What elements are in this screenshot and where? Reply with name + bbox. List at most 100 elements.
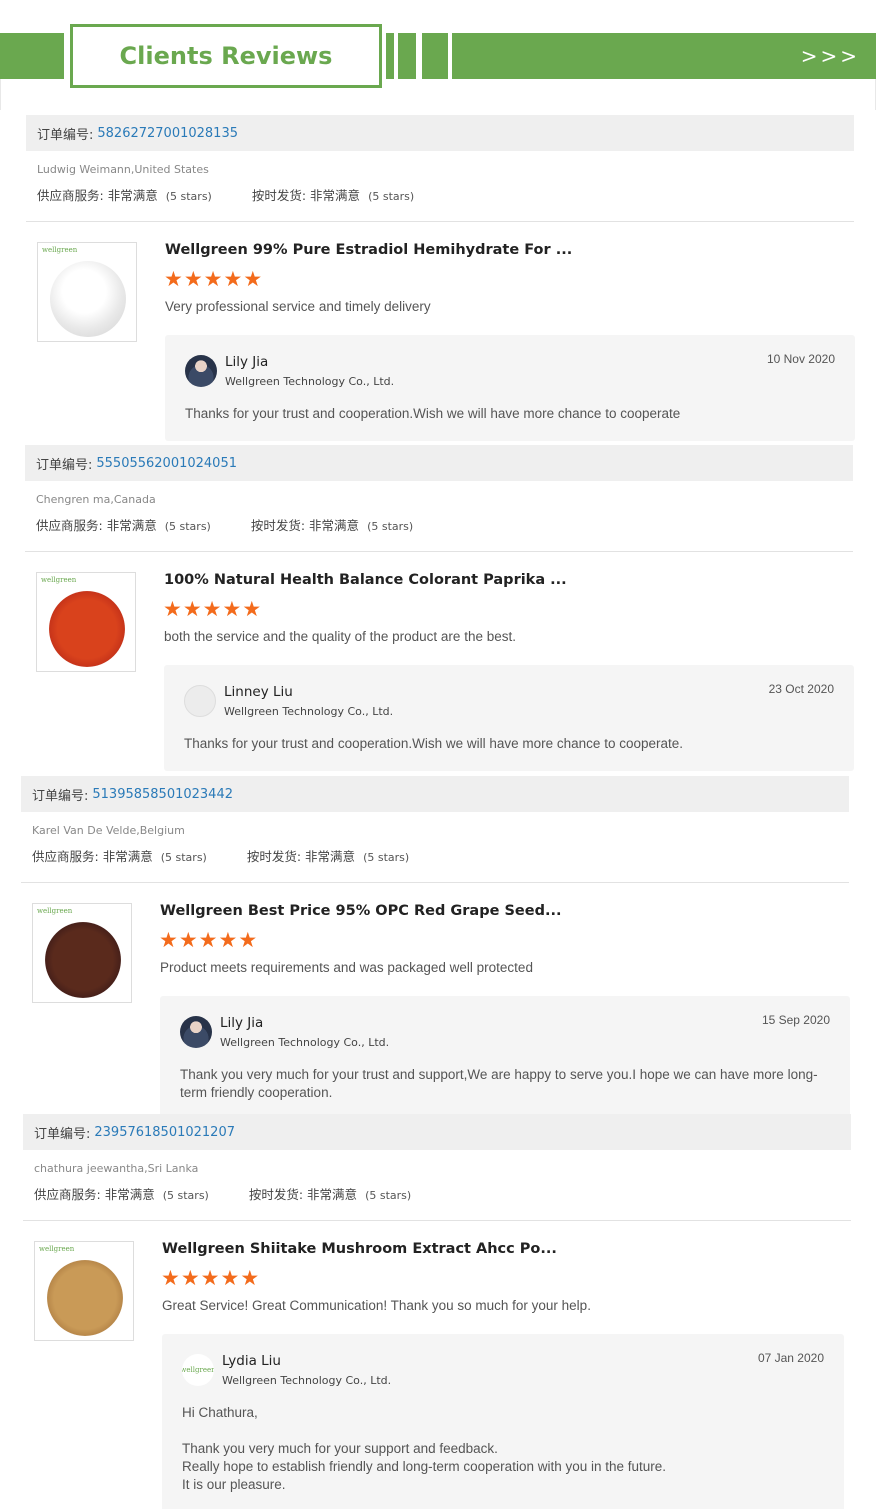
reply-author: Linney Liu <box>224 684 293 700</box>
order-number-link[interactable]: 58262727001028135 <box>97 126 238 141</box>
delivery-label: 按时发货: <box>250 518 306 533</box>
product-review: wellgreen Wellgreen 99% Pure Estradiol H… <box>26 222 855 448</box>
supplier-service-label: 供应商服务: <box>32 849 99 864</box>
product-thumbnail[interactable]: wellgreen <box>37 242 137 342</box>
product-title-link[interactable]: Wellgreen Best Price 95% OPC Red Grape S… <box>160 903 561 919</box>
supplier-service-stars: (5 stars) <box>164 520 211 533</box>
page-title: Clients Reviews <box>119 42 333 70</box>
supplier-service-value: 非常满意 <box>106 518 157 533</box>
reply-author: Lydia Liu <box>222 1353 281 1369</box>
product-thumbnail[interactable]: wellgreen <box>32 903 132 1003</box>
product-thumbnail[interactable]: wellgreen <box>36 572 136 672</box>
avatar <box>185 355 217 387</box>
star-icon: ★ <box>200 1267 220 1290</box>
star-icon: ★ <box>202 598 222 621</box>
reviews-banner: Clients Reviews >>> <box>0 0 876 110</box>
reply-text: Hi Chathura, Thank you very much for you… <box>182 1405 667 1492</box>
star-icon: ★ <box>163 598 182 621</box>
delivery-stars: (5 stars) <box>367 520 414 533</box>
reply-company: Wellgreen Technology Co., Ltd. <box>222 1374 392 1387</box>
banner-stripe <box>398 33 416 79</box>
review-comment: both the service and the quality of the … <box>164 629 516 644</box>
brand-logo: wellgreen <box>41 576 77 584</box>
supplier-service-label: 供应商服务: <box>34 1187 101 1202</box>
banner-stripe <box>422 33 448 79</box>
star-icon: ★ <box>220 1267 240 1290</box>
delivery-label: 按时发货: <box>251 188 307 203</box>
order-label: 订单编号: <box>37 127 94 143</box>
review-comment: Great Service! Great Communication! Than… <box>162 1298 591 1313</box>
review-comment: Product meets requirements and was packa… <box>160 960 533 975</box>
reply-company: Wellgreen Technology Co., Ltd. <box>224 705 394 718</box>
delivery-value: 非常满意 <box>305 849 356 864</box>
order-number-link[interactable]: 23957618501021207 <box>94 1125 235 1140</box>
star-icon: ★ <box>240 1267 260 1290</box>
avatar <box>184 685 216 717</box>
review-card: 订单编号: 23957618501021207 chathura jeewant… <box>23 1114 851 1509</box>
reply-text: Thank you very much for your trust and s… <box>180 1067 818 1100</box>
banner-title-box: Clients Reviews <box>70 24 382 88</box>
supplier-service-stars: (5 stars) <box>160 851 207 864</box>
avatar <box>180 1016 212 1048</box>
order-ratings: 供应商服务: 非常满意 (5 stars) 按时发货: 非常满意 (5 stars) <box>25 506 853 534</box>
star-icon: ★ <box>222 598 242 621</box>
delivery-label: 按时发货: <box>248 1187 304 1202</box>
reply-date: 07 Jan 2020 <box>757 1351 824 1365</box>
star-rating: ★ ★ ★ ★ ★ <box>161 1268 260 1290</box>
banner-stripe <box>386 33 394 79</box>
star-icon: ★ <box>242 598 262 621</box>
buyer-name: Ludwig Weimann,United States <box>37 163 209 176</box>
seller-reply: Lily Jia Wellgreen Technology Co., Ltd. … <box>160 996 850 1120</box>
star-icon: ★ <box>238 929 258 952</box>
supplier-service-value: 非常满意 <box>102 849 153 864</box>
star-icon: ★ <box>161 1267 180 1290</box>
reply-date: 10 Nov 2020 <box>766 352 835 366</box>
star-rating: ★ ★ ★ ★ ★ <box>163 599 262 621</box>
review-card: 订单编号: 58262727001028135 Ludwig Weimann,U… <box>26 115 855 448</box>
powder-dish-image <box>50 261 126 337</box>
order-bar: 订单编号: 51395858501023442 <box>21 776 849 812</box>
review-card: 订单编号: 51395858501023442 Karel Van De Vel… <box>21 776 850 1120</box>
star-icon: ★ <box>164 268 183 291</box>
more-arrows-icon[interactable]: >>> <box>801 44 860 68</box>
review-comment: Very professional service and timely del… <box>165 299 431 314</box>
star-icon: ★ <box>159 929 178 952</box>
product-title-link[interactable]: 100% Natural Health Balance Colorant Pap… <box>164 572 567 588</box>
star-icon: ★ <box>203 268 223 291</box>
product-thumbnail[interactable]: wellgreen <box>34 1241 134 1341</box>
powder-dish-image <box>49 591 125 667</box>
avatar: wellgreen <box>182 1354 214 1386</box>
order-label: 订单编号: <box>36 457 93 473</box>
star-rating: ★ ★ ★ ★ ★ <box>164 269 263 291</box>
order-number-link[interactable]: 51395858501023442 <box>92 787 233 802</box>
order-ratings: 供应商服务: 非常满意 (5 stars) 按时发货: 非常满意 (5 stars) <box>21 837 849 865</box>
seller-reply: Linney Liu Wellgreen Technology Co., Ltd… <box>164 665 854 771</box>
product-title-link[interactable]: Wellgreen Shiitake Mushroom Extract Ahcc… <box>162 1241 557 1257</box>
reply-author: Lily Jia <box>220 1015 264 1031</box>
powder-dish-image <box>47 1260 123 1336</box>
buyer-name: chathura jeewantha,Sri Lanka <box>34 1162 199 1175</box>
order-number-link[interactable]: 55505562001024051 <box>96 456 237 471</box>
supplier-service-stars: (5 stars) <box>162 1189 209 1202</box>
reply-text: Thanks for your trust and cooperation.Wi… <box>184 736 683 751</box>
order-bar: 订单编号: 58262727001028135 <box>26 115 854 151</box>
star-rating: ★ ★ ★ ★ ★ <box>159 930 258 952</box>
order-bar: 订单编号: 23957618501021207 <box>23 1114 851 1150</box>
delivery-stars: (5 stars) <box>363 851 410 864</box>
supplier-service-label: 供应商服务: <box>36 518 103 533</box>
reply-author: Lily Jia <box>225 354 269 370</box>
frame-line-left <box>0 79 1 110</box>
buyer-name: Chengren ma,Canada <box>36 493 156 506</box>
reply-company: Wellgreen Technology Co., Ltd. <box>225 375 395 388</box>
product-title-link[interactable]: Wellgreen 99% Pure Estradiol Hemihydrate… <box>165 242 572 258</box>
supplier-service-stars: (5 stars) <box>165 190 212 203</box>
brand-logo: wellgreen <box>42 246 78 254</box>
order-bar: 订单编号: 55505562001024051 <box>25 445 853 481</box>
star-icon: ★ <box>243 268 263 291</box>
seller-reply: wellgreen Lydia Liu Wellgreen Technology… <box>162 1334 844 1509</box>
seller-reply: Lily Jia Wellgreen Technology Co., Ltd. … <box>165 335 855 441</box>
review-card: 订单编号: 55505562001024051 Chengren ma,Cana… <box>25 445 854 778</box>
product-review: wellgreen Wellgreen Best Price 95% OPC R… <box>21 883 850 1120</box>
supplier-service-value: 非常满意 <box>104 1187 155 1202</box>
banner-bar-left <box>0 33 64 79</box>
